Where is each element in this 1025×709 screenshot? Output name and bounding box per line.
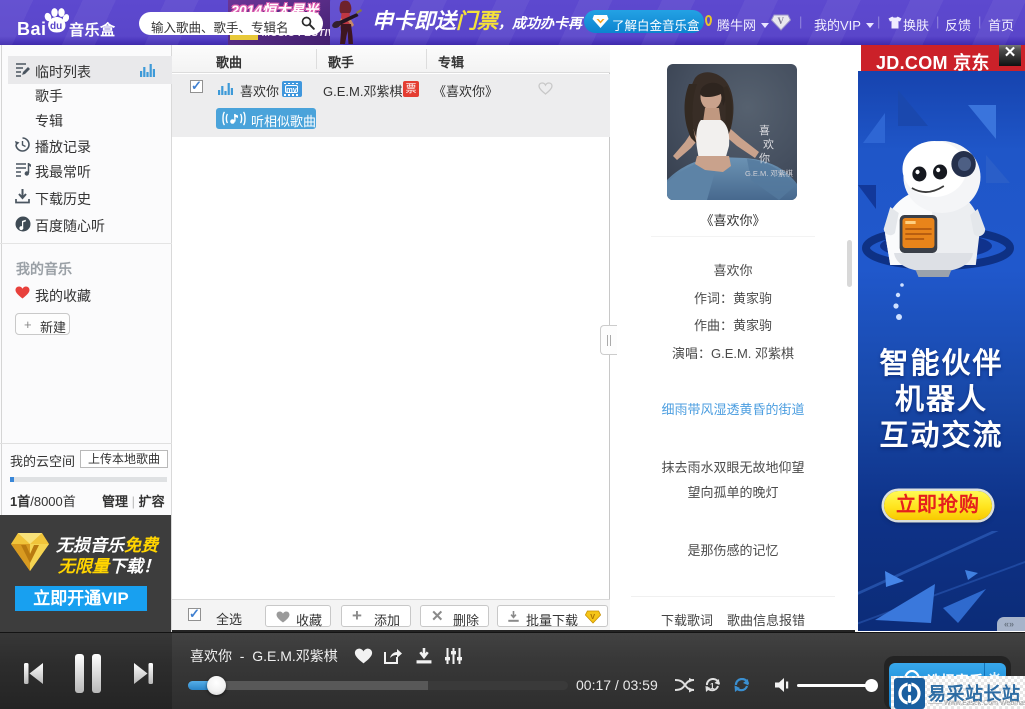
svg-text:du: du bbox=[50, 21, 62, 32]
svg-text:欢: 欢 bbox=[763, 137, 774, 151]
svg-text:G.E.M. 邓紫棋: G.E.M. 邓紫棋 bbox=[745, 168, 793, 178]
svg-text:1: 1 bbox=[710, 682, 715, 691]
svg-text:V: V bbox=[590, 612, 595, 621]
svg-text:喜: 喜 bbox=[759, 124, 770, 137]
svg-text:V: V bbox=[778, 16, 785, 26]
svg-text:你: 你 bbox=[759, 152, 770, 165]
